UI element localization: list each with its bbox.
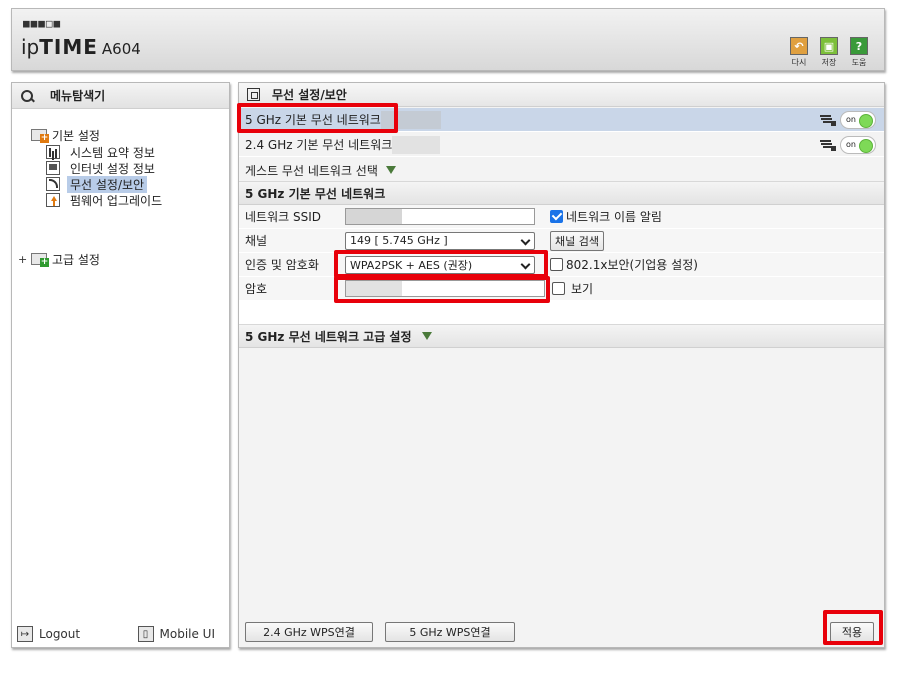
sidebar-item-internet[interactable]: 인터넷 설정 정보 bbox=[12, 160, 229, 176]
save-label: 저장 bbox=[821, 58, 837, 67]
sidebar: 메뉴탐색기 + 기본 설정 시스템 요약 정보 인터넷 설정 정보 무선 설정/… bbox=[11, 82, 230, 648]
undo-label: 다시 bbox=[791, 58, 807, 67]
apply-button[interactable]: 적용 bbox=[830, 622, 874, 642]
password-label: 암호 bbox=[245, 282, 268, 296]
sidebar-item-firmware[interactable]: 펌웨어 업그레이드 bbox=[12, 192, 229, 208]
network-5ghz-toggle[interactable]: on bbox=[840, 110, 876, 129]
network-label: 5 GHz 기본 무선 네트워크 bbox=[245, 113, 381, 127]
model-name: A604 bbox=[101, 40, 141, 58]
upgrade-icon bbox=[46, 193, 60, 207]
password-row: 암호 보기 bbox=[239, 277, 884, 301]
header-actions: ↶ 다시 ▣ 저장 ? 도움 bbox=[788, 37, 870, 68]
save-icon: ▣ bbox=[820, 37, 838, 55]
save-button[interactable]: ▣ 저장 bbox=[818, 37, 840, 68]
caret-down-icon[interactable] bbox=[421, 332, 432, 340]
sidebar-footer: ↦ Logout ▯ Mobile UI bbox=[12, 621, 229, 647]
mobile-icon: ▯ bbox=[137, 626, 154, 642]
wps-buttons: 2.4 GHz WPS연결 5 GHz WPS연결 bbox=[245, 622, 515, 642]
page-title: 무선 설정/보안 bbox=[239, 83, 884, 107]
header: ■■■□■ ipTIME A604 ↶ 다시 ▣ 저장 ? 도움 bbox=[11, 8, 885, 71]
guest-label: 게스트 무선 네트워크 선택 bbox=[245, 163, 378, 178]
section-header-5ghz: 5 GHz 기본 무선 네트워크 bbox=[239, 181, 884, 205]
tree-group-basic[interactable]: + 기본 설정 bbox=[12, 126, 229, 144]
expand-icon[interactable]: + bbox=[18, 253, 27, 266]
magnifier-icon bbox=[20, 89, 34, 103]
broadcast-checkbox[interactable] bbox=[550, 210, 563, 223]
brand-bold: TIME bbox=[39, 35, 98, 59]
folder-icon: + bbox=[31, 253, 49, 267]
network-row-5ghz[interactable]: 5 GHz 기본 무선 네트워크 on bbox=[239, 108, 884, 132]
network-24ghz-toggle[interactable]: on bbox=[840, 135, 876, 154]
sidebar-item-wireless[interactable]: 무선 설정/보안 bbox=[12, 175, 229, 193]
ssid-input[interactable] bbox=[345, 208, 535, 225]
sidebar-title: 메뉴탐색기 bbox=[12, 83, 229, 109]
tree-group-advanced[interactable]: + + 고급 설정 bbox=[12, 250, 229, 268]
wifi-lock-icon[interactable] bbox=[820, 114, 836, 126]
auth-label: 인증 및 암호화 bbox=[245, 258, 319, 272]
channel-row: 채널 149 [ 5.745 GHz ] 채널 검색 bbox=[239, 229, 884, 253]
enterprise-checkbox[interactable] bbox=[550, 258, 563, 271]
ssid-redacted bbox=[346, 209, 402, 224]
tree-group-label: 기본 설정 bbox=[52, 128, 100, 143]
page-title-text: 무선 설정/보안 bbox=[272, 88, 347, 102]
network-row-24ghz[interactable]: 2.4 GHz 기본 무선 네트워크 on bbox=[239, 133, 884, 157]
logo-dots: ■■■□■ bbox=[23, 17, 62, 30]
folder-icon: + bbox=[31, 129, 49, 143]
network-label: 2.4 GHz 기본 무선 네트워크 bbox=[245, 138, 393, 152]
menu-tree: + 기본 설정 시스템 요약 정보 인터넷 설정 정보 무선 설정/보안 펌웨어… bbox=[12, 123, 229, 268]
advanced-title: 5 GHz 무선 네트워크 고급 설정 bbox=[245, 329, 412, 344]
monitor-icon bbox=[46, 161, 60, 175]
wifi-lock-icon[interactable] bbox=[820, 139, 836, 151]
undo-icon: ↶ bbox=[790, 37, 808, 55]
broadcast-label: 네트워크 이름 알림 bbox=[566, 210, 662, 224]
guest-network-select[interactable]: 게스트 무선 네트워크 선택 bbox=[239, 158, 884, 182]
show-password-checkbox[interactable] bbox=[552, 282, 565, 295]
mobile-ui-label: Mobile UI bbox=[159, 627, 216, 641]
sidebar-item-label: 시스템 요약 정보 bbox=[70, 145, 155, 160]
channel-search-button[interactable]: 채널 검색 bbox=[550, 230, 604, 251]
ssid-redacted bbox=[380, 110, 441, 129]
network-controls: on bbox=[820, 110, 876, 129]
ssid-label: 네트워크 SSID bbox=[245, 210, 321, 224]
logo: ipTIME A604 bbox=[21, 35, 141, 59]
wifi-icon bbox=[46, 177, 60, 191]
undo-button[interactable]: ↶ 다시 bbox=[788, 37, 810, 68]
chart-icon bbox=[46, 145, 60, 159]
enterprise-label: 802.1x보안(기업용 설정) bbox=[566, 258, 698, 272]
auth-row: 인증 및 암호화 WPA2PSK + AES (권장) 802.1x보안(기업용… bbox=[239, 253, 884, 277]
password-input[interactable] bbox=[345, 280, 545, 297]
ssid-row: 네트워크 SSID 네트워크 이름 알림 bbox=[239, 205, 884, 229]
tree-group-label: 고급 설정 bbox=[52, 252, 100, 267]
section-title: 5 GHz 기본 무선 네트워크 bbox=[245, 186, 386, 201]
auth-select[interactable]: WPA2PSK + AES (권장) bbox=[345, 255, 535, 274]
mobile-ui-button[interactable]: ▯ Mobile UI bbox=[137, 626, 216, 642]
sidebar-item-system-summary[interactable]: 시스템 요약 정보 bbox=[12, 144, 229, 160]
wps-5ghz-button[interactable]: 5 GHz WPS연결 bbox=[385, 622, 515, 642]
channel-label: 채널 bbox=[245, 234, 268, 248]
network-controls: on bbox=[820, 135, 876, 154]
main-panel: 무선 설정/보안 5 GHz 기본 무선 네트워크 on 2.4 GHz 기본 … bbox=[238, 82, 885, 648]
caret-down-icon[interactable] bbox=[385, 166, 396, 174]
logout-button[interactable]: ↦ Logout bbox=[17, 626, 80, 642]
password-redacted bbox=[346, 281, 402, 296]
help-button[interactable]: ? 도움 bbox=[848, 37, 870, 68]
logout-label: Logout bbox=[39, 627, 81, 641]
help-icon: ? bbox=[850, 37, 868, 55]
help-label: 도움 bbox=[851, 58, 867, 67]
advanced-settings-header[interactable]: 5 GHz 무선 네트워크 고급 설정 bbox=[239, 324, 884, 348]
form-area: 네트워크 SSID 네트워크 이름 알림 채널 149 [ 5.745 GHz … bbox=[239, 205, 884, 324]
ssid-redacted bbox=[392, 135, 441, 154]
sidebar-item-label: 인터넷 설정 정보 bbox=[70, 161, 155, 176]
sidebar-title-text: 메뉴탐색기 bbox=[50, 89, 106, 103]
page-icon bbox=[247, 88, 260, 101]
sidebar-item-label: 펌웨어 업그레이드 bbox=[70, 193, 163, 208]
brand-light: ip bbox=[21, 35, 40, 59]
wps-24ghz-button[interactable]: 2.4 GHz WPS연결 bbox=[245, 622, 373, 642]
logout-icon: ↦ bbox=[17, 626, 33, 642]
channel-select[interactable]: 149 [ 5.745 GHz ] bbox=[345, 231, 535, 250]
show-password-label: 보기 bbox=[571, 282, 594, 296]
sidebar-item-label: 무선 설정/보안 bbox=[67, 175, 148, 193]
